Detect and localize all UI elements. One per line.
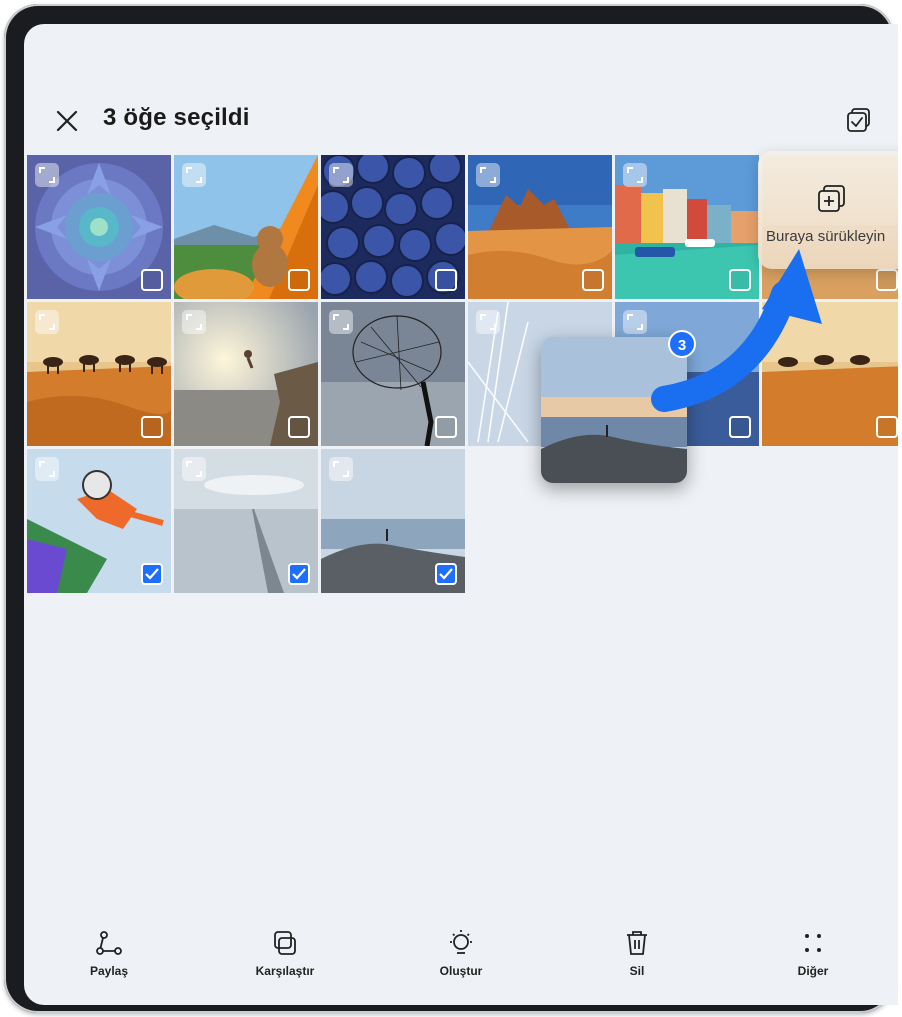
coast-person-photo[interactable] — [321, 449, 465, 593]
camel-caravan-photo[interactable] — [27, 302, 171, 446]
select-all-icon — [847, 108, 870, 132]
expand-icon[interactable] — [476, 163, 500, 187]
misty-bridge-photo[interactable] — [174, 449, 318, 593]
select-checkbox[interactable] — [435, 416, 457, 438]
cliff-jump-photo[interactable] — [174, 302, 318, 446]
expand-icon[interactable] — [329, 163, 353, 187]
gallery-screen: 3 öğe seçildi 3 Buraya sürükleyin Paylaş… — [24, 24, 898, 1005]
drop-target[interactable]: Buraya sürükleyin — [758, 151, 898, 269]
selection-count-badge: 3 — [668, 330, 696, 358]
select-checkbox-checked[interactable] — [141, 563, 163, 585]
expand-icon[interactable] — [329, 310, 353, 334]
close-button[interactable] — [54, 108, 80, 134]
select-checkbox[interactable] — [288, 416, 310, 438]
succulent-photo[interactable] — [27, 155, 171, 299]
page-title: 3 öğe seçildi — [103, 104, 250, 131]
bulb-icon — [450, 930, 472, 954]
share-button[interactable]: Paylaş — [49, 929, 169, 978]
expand-icon[interactable] — [623, 310, 647, 334]
select-checkbox[interactable] — [729, 269, 751, 291]
select-all-button[interactable] — [844, 106, 874, 136]
desert-rock-photo[interactable] — [468, 155, 612, 299]
blueberries-photo[interactable] — [321, 155, 465, 299]
camel-caravan-2-photo[interactable] — [762, 302, 898, 446]
tent-teddy-photo[interactable] — [174, 155, 318, 299]
select-checkbox[interactable] — [141, 269, 163, 291]
expand-icon[interactable] — [182, 310, 206, 334]
expand-icon[interactable] — [35, 457, 59, 481]
select-checkbox-checked[interactable] — [435, 563, 457, 585]
more-icon — [805, 934, 821, 952]
delete-label: Sil — [629, 964, 645, 978]
select-checkbox[interactable] — [876, 416, 898, 438]
compare-icon — [274, 931, 296, 955]
more-label: Diğer — [797, 964, 829, 978]
close-icon — [56, 110, 78, 132]
expand-icon[interactable] — [35, 163, 59, 187]
device-frame: 3 öğe seçildi 3 Buraya sürükleyin Paylaş… — [4, 4, 898, 1013]
create-label: Oluştur — [439, 964, 483, 978]
select-checkbox[interactable] — [141, 416, 163, 438]
select-checkbox[interactable] — [288, 269, 310, 291]
select-checkbox-checked[interactable] — [288, 563, 310, 585]
select-checkbox[interactable] — [435, 269, 457, 291]
delete-button[interactable]: Sil — [577, 929, 697, 978]
drop-target-label: Buraya sürükleyin — [766, 228, 886, 245]
bottom-action-bar: Paylaş Karşılaştır Oluştur Sil Diğer — [24, 929, 898, 999]
select-checkbox[interactable] — [729, 416, 751, 438]
share-label: Paylaş — [89, 964, 129, 978]
create-button[interactable]: Oluştur — [401, 929, 521, 978]
expand-icon[interactable] — [182, 457, 206, 481]
expand-icon[interactable] — [476, 310, 500, 334]
share-icon — [96, 931, 122, 955]
expand-icon[interactable] — [623, 163, 647, 187]
canal-houses-photo[interactable] — [615, 155, 759, 299]
expand-icon[interactable] — [35, 310, 59, 334]
add-to-album-icon — [818, 185, 845, 212]
compare-button[interactable]: Karşılaştır — [225, 929, 345, 978]
select-checkbox[interactable] — [876, 269, 898, 291]
select-checkbox[interactable] — [582, 269, 604, 291]
expand-icon[interactable] — [182, 163, 206, 187]
compare-label: Karşılaştır — [255, 964, 315, 978]
trash-icon — [627, 931, 647, 955]
expand-icon[interactable] — [329, 457, 353, 481]
fishing-net-photo[interactable] — [321, 302, 465, 446]
drag-preview[interactable] — [541, 337, 687, 483]
more-button[interactable]: Diğer — [753, 929, 873, 978]
skier-photo[interactable] — [27, 449, 171, 593]
